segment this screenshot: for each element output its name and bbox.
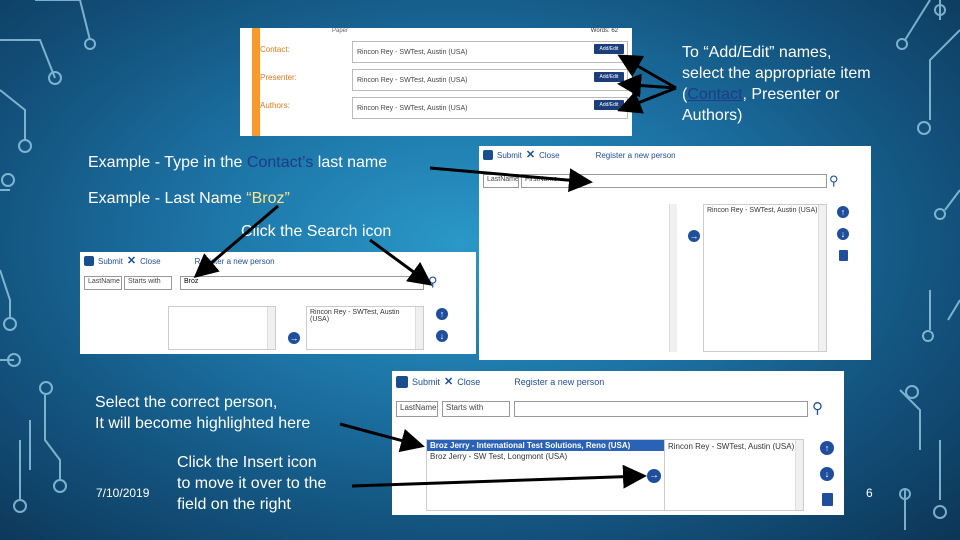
arrow-to-search-icon — [369, 238, 433, 286]
arrow-to-insert — [351, 464, 647, 489]
arrow-to-broz-input — [193, 204, 279, 278]
arrow-to-result — [339, 422, 425, 453]
arrow-to-search-input — [429, 166, 593, 193]
callout-arrows — [193, 54, 677, 489]
arrow-to-authors — [617, 86, 677, 114]
